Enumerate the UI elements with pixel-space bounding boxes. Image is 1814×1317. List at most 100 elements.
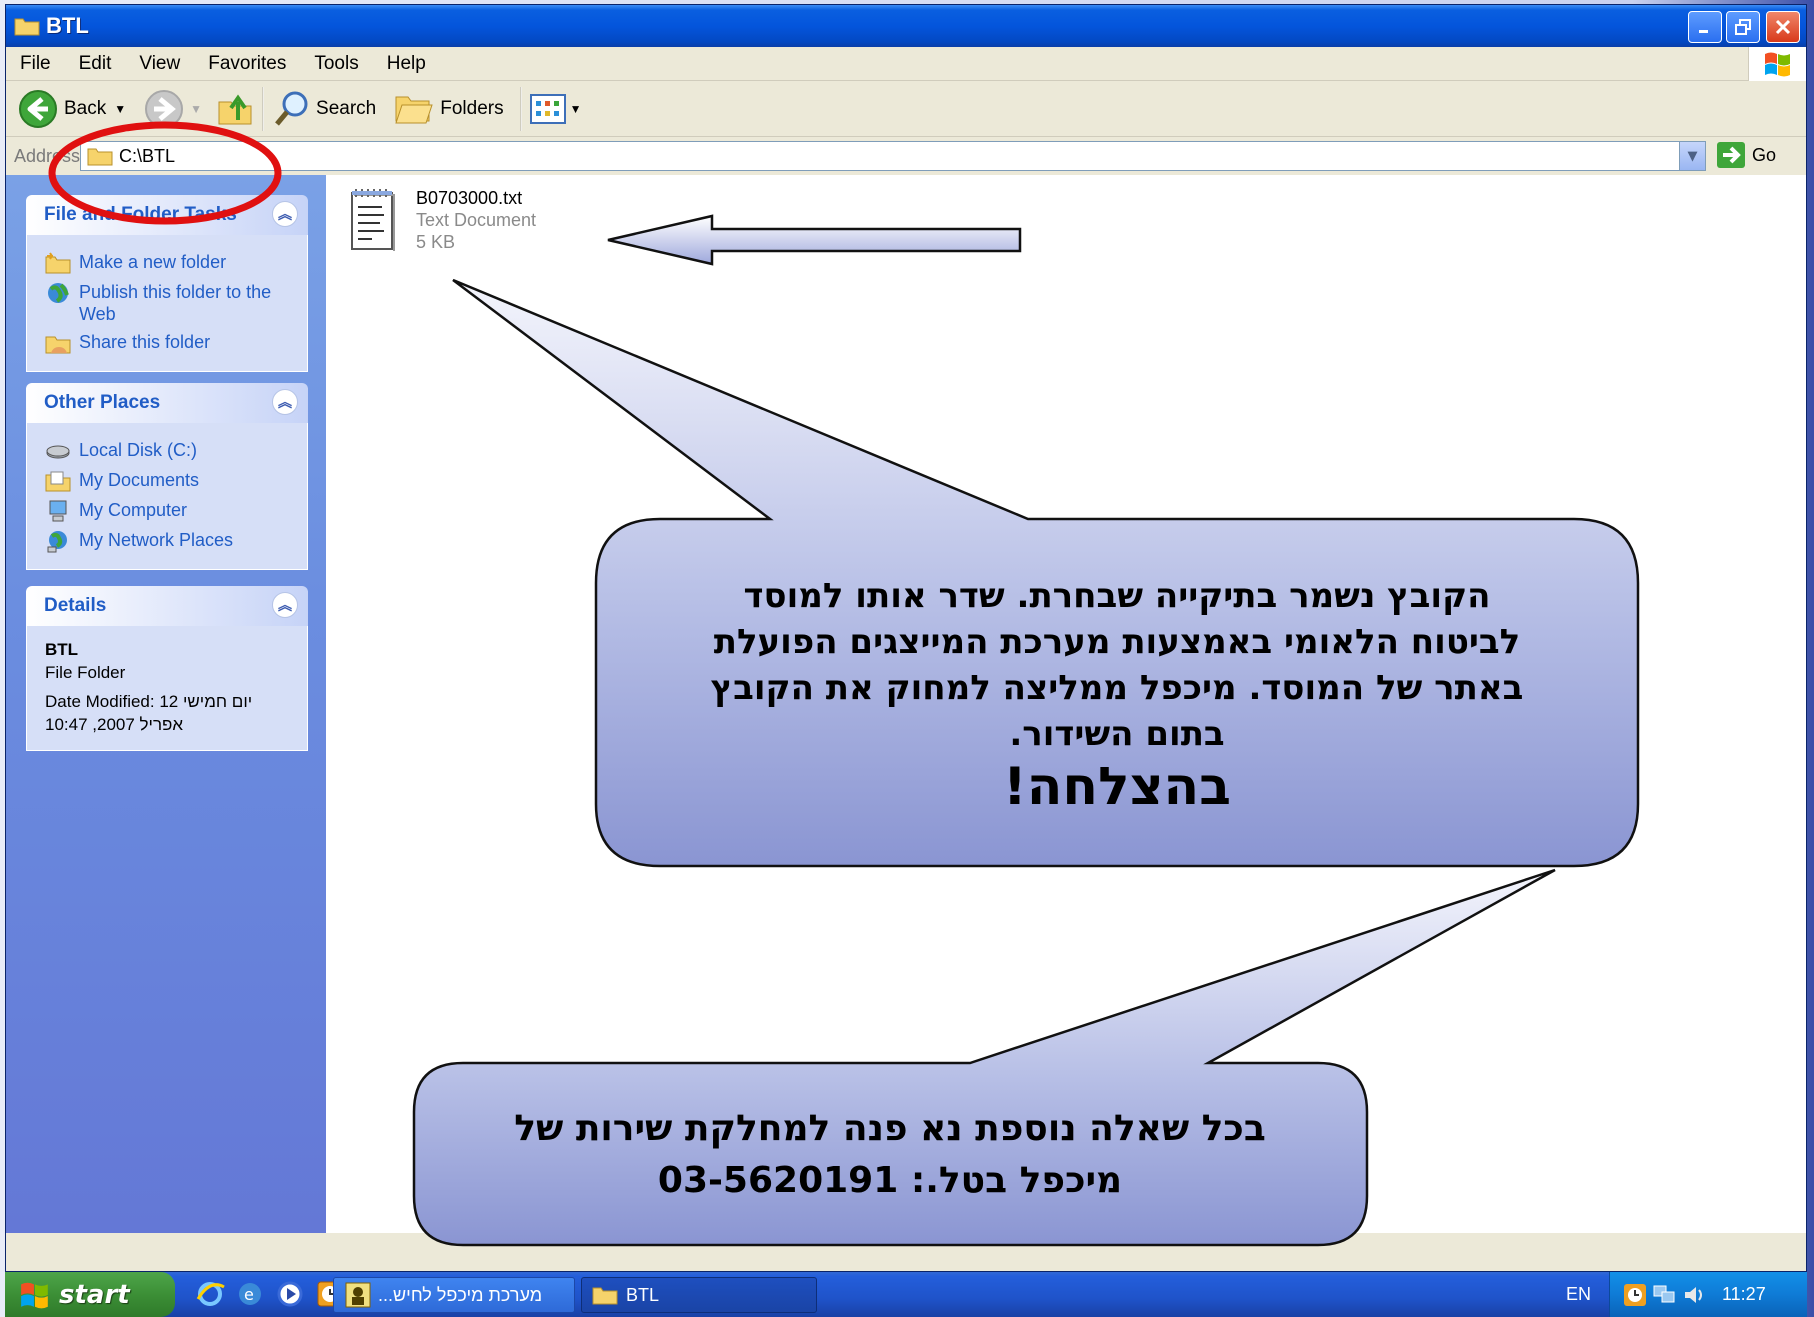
address-input[interactable]: C:\BTL ▼ bbox=[80, 141, 1706, 171]
clock[interactable]: 11:27 bbox=[1722, 1284, 1766, 1305]
menu-file[interactable]: File bbox=[6, 53, 65, 75]
tray-volume-icon[interactable] bbox=[1682, 1282, 1708, 1308]
close-icon bbox=[1775, 19, 1791, 35]
folders-icon bbox=[395, 96, 433, 123]
forward-dropdown-icon[interactable]: ▼ bbox=[190, 102, 202, 116]
windows-logo-icon bbox=[1748, 47, 1806, 81]
details-panel: Details ︽ BTL File Folder Date Modified:… bbox=[26, 586, 308, 751]
details-name: BTL bbox=[45, 640, 79, 659]
internet-explorer-icon[interactable] bbox=[195, 1279, 225, 1309]
callout-line: בכל שאלה נוספת נא פנה למחלקת שירות של bbox=[514, 1108, 1266, 1149]
callout-contact-text: בכל שאלה נוספת נא פנה למחלקת שירות של מי… bbox=[440, 1103, 1340, 1207]
details-modified: Date Modified: 12 יום חמישי bbox=[45, 692, 253, 711]
toolbar-separator bbox=[519, 86, 522, 131]
globe-icon bbox=[48, 283, 69, 303]
michpal-app-icon bbox=[345, 1282, 371, 1308]
start-button[interactable]: start bbox=[5, 1272, 175, 1317]
folders-button[interactable]: Folders bbox=[394, 91, 504, 127]
callout-line: לביטוח הלאומי באמצעות מערכת המייצגים הפו… bbox=[713, 622, 1521, 662]
panel-header[interactable]: File and Folder Tasks ︽ bbox=[26, 195, 308, 235]
callout-line: באתר של המוסד. מיכפל ממליצה למחוק את הקו… bbox=[710, 668, 1524, 708]
restore-icon bbox=[1735, 19, 1751, 35]
close-button[interactable] bbox=[1766, 11, 1800, 43]
menu-help[interactable]: Help bbox=[373, 53, 440, 75]
collapse-icon[interactable]: ︽ bbox=[272, 592, 298, 618]
my-documents-icon bbox=[45, 471, 71, 492]
details-modified-time: 10:47 ,2007 אפריל bbox=[45, 715, 184, 734]
back-dropdown-icon[interactable]: ▼ bbox=[114, 102, 126, 116]
go-arrow-icon bbox=[1716, 142, 1745, 168]
title-bar[interactable]: BTL bbox=[6, 5, 1806, 47]
minimize-button[interactable] bbox=[1688, 11, 1722, 43]
disk-drive-icon bbox=[46, 445, 70, 459]
windows-logo-icon bbox=[21, 1282, 48, 1308]
place-my-documents[interactable]: My Documents bbox=[45, 469, 295, 493]
callout-main-text: הקובץ נשמר בתיקייה שבחרת. שדר אותו למוסד… bbox=[620, 573, 1614, 817]
search-button[interactable]: Search bbox=[272, 89, 376, 129]
forward-button[interactable]: ▼ bbox=[144, 89, 202, 129]
up-folder-button[interactable] bbox=[216, 90, 254, 128]
share-folder-icon bbox=[45, 336, 71, 354]
panel-header[interactable]: Details ︽ bbox=[26, 586, 308, 626]
place-my-network-places[interactable]: My Network Places bbox=[45, 529, 295, 553]
place-label: Local Disk (C:) bbox=[79, 440, 198, 460]
quick-launch: e bbox=[195, 1279, 345, 1309]
system-tray: 11:27 bbox=[1609, 1272, 1807, 1317]
start-label: start bbox=[59, 1279, 130, 1310]
go-button[interactable]: Go bbox=[1716, 141, 1776, 169]
go-label: Go bbox=[1751, 144, 1776, 165]
task-pane: File and Folder Tasks ︽ Make a new folde… bbox=[6, 175, 326, 1233]
taskbar: start e מערכת מיכפל לחיש... BTL EN 11:27 bbox=[5, 1272, 1807, 1317]
address-dropdown-icon[interactable]: ▼ bbox=[1679, 142, 1705, 170]
callout-line: מיכפל בטל.: 03-5620191 bbox=[657, 1160, 1123, 1201]
task-make-new-folder[interactable]: Make a new folder bbox=[45, 251, 295, 275]
toolbar: Back ▼ ▼ Search Folders ▼ bbox=[6, 81, 1806, 137]
back-button[interactable]: Back ▼ bbox=[18, 89, 126, 129]
menu-edit[interactable]: Edit bbox=[65, 53, 126, 75]
panel-body: BTL File Folder Date Modified: 12 יום חמ… bbox=[26, 626, 308, 751]
media-player-icon[interactable] bbox=[275, 1279, 305, 1309]
search-label: Search bbox=[316, 97, 377, 119]
tray-clock-icon[interactable] bbox=[1622, 1282, 1648, 1308]
outlook-express-icon[interactable]: e bbox=[235, 1279, 265, 1309]
task-label: Make a new folder bbox=[79, 252, 227, 272]
network-globe-icon bbox=[47, 531, 67, 553]
collapse-icon[interactable]: ︽ bbox=[272, 389, 298, 415]
panel-header[interactable]: Other Places ︽ bbox=[26, 383, 308, 423]
folder-icon bbox=[592, 1287, 618, 1305]
menu-view[interactable]: View bbox=[125, 53, 194, 75]
place-local-disk[interactable]: Local Disk (C:) bbox=[45, 439, 295, 463]
menu-tools[interactable]: Tools bbox=[300, 53, 372, 75]
views-button[interactable]: ▼ bbox=[529, 93, 582, 124]
task-publish-folder[interactable]: Publish this folder to the Web bbox=[45, 281, 295, 325]
language-indicator[interactable]: EN bbox=[1566, 1284, 1591, 1305]
forward-arrow-icon bbox=[145, 89, 184, 128]
minimize-icon bbox=[1699, 30, 1708, 33]
file-folder-tasks-panel: File and Folder Tasks ︽ Make a new folde… bbox=[26, 195, 308, 372]
toolbar-separator bbox=[262, 86, 265, 131]
file-item[interactable]: B0703000.txt Text Document 5 KB bbox=[348, 187, 536, 253]
up-folder-icon bbox=[218, 94, 252, 124]
menu-favorites[interactable]: Favorites bbox=[194, 53, 300, 75]
tray-network-icon[interactable] bbox=[1652, 1282, 1678, 1308]
menu-bar: File Edit View Favorites Tools Help bbox=[6, 47, 1806, 81]
callout-line: בתום השידור. bbox=[1009, 714, 1225, 754]
search-icon bbox=[275, 91, 308, 126]
task-share-folder[interactable]: Share this folder bbox=[45, 331, 295, 355]
views-dropdown-icon[interactable]: ▼ bbox=[570, 102, 582, 116]
collapse-icon[interactable]: ︽ bbox=[272, 201, 298, 227]
address-label: Address bbox=[14, 145, 81, 166]
place-my-computer[interactable]: My Computer bbox=[45, 499, 295, 523]
new-folder-icon bbox=[45, 252, 71, 274]
restore-button[interactable] bbox=[1726, 11, 1760, 43]
callout-highlight: בהצלחה! bbox=[1002, 757, 1231, 817]
address-value: C:\BTL bbox=[119, 145, 176, 166]
file-name: B0703000.txt bbox=[416, 188, 523, 208]
folders-label: Folders bbox=[440, 97, 504, 119]
taskbar-item-michpal[interactable]: מערכת מיכפל לחיש... bbox=[333, 1277, 575, 1313]
place-label: My Network Places bbox=[79, 530, 234, 550]
text-document-icon bbox=[351, 189, 395, 251]
task-label: Share this folder bbox=[79, 332, 211, 352]
taskbar-item-btl[interactable]: BTL bbox=[581, 1277, 817, 1313]
place-label: My Computer bbox=[79, 500, 188, 520]
